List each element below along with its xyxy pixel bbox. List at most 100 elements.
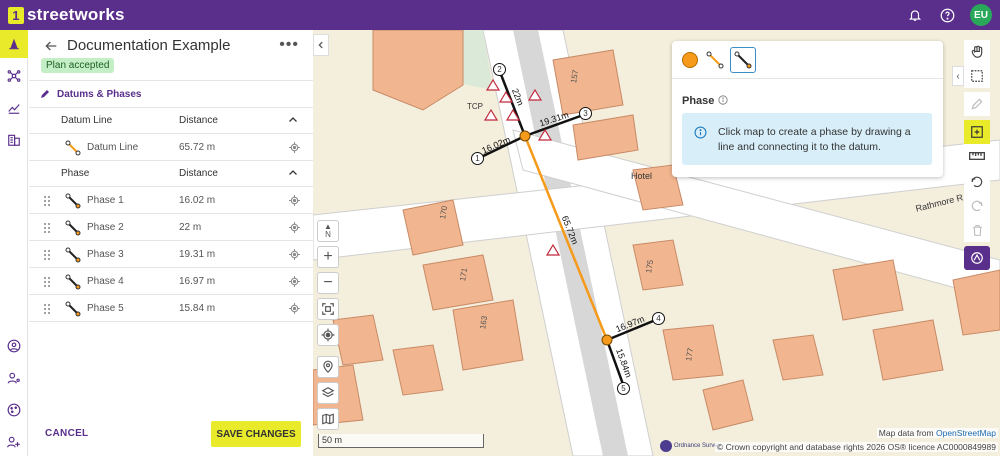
os-attribution: © Crown copyright and database rights 20…	[714, 442, 998, 452]
phase-col-distance: Distance	[179, 168, 218, 179]
phase-tool-panel: Phase Click map to create a phase by dra…	[672, 41, 943, 177]
cancel-button[interactable]: CANCEL	[45, 428, 88, 439]
datum-line-icon	[65, 140, 81, 156]
measure-button[interactable]	[964, 144, 990, 168]
more-options-icon[interactable]: •••	[279, 36, 299, 54]
add-shape-button[interactable]	[964, 120, 990, 144]
phase-row-1[interactable]: Phase 1 16.02 m	[29, 187, 313, 214]
collapse-panel-button[interactable]	[313, 34, 329, 56]
pin-button[interactable]	[317, 356, 339, 378]
os-logo: Ordnance Survey	[660, 440, 721, 452]
location-icon	[321, 328, 335, 342]
app-logo[interactable]: 1 streetworks	[8, 5, 125, 25]
snap-icon	[971, 252, 983, 264]
locate-icon[interactable]	[288, 248, 301, 261]
info-message: Click map to create a phase by drawing a…	[682, 113, 932, 165]
tcp-label: TCP	[467, 102, 483, 111]
snap-tool-button[interactable]	[964, 246, 990, 270]
hand-icon	[971, 45, 983, 58]
phase-marker-4[interactable]: 4	[652, 312, 665, 325]
locate-icon[interactable]	[288, 194, 301, 207]
undo-button[interactable]	[964, 170, 990, 194]
analytics-icon[interactable]	[0, 94, 28, 122]
user-circle-icon[interactable]	[0, 332, 28, 360]
phase-marker-3[interactable]: 3	[579, 107, 592, 120]
edit-button[interactable]	[964, 92, 990, 116]
osm-link[interactable]: OpenStreetMap	[936, 428, 996, 438]
redo-button[interactable]	[964, 194, 990, 218]
select-area-button[interactable]	[964, 64, 990, 88]
buildings-icon[interactable]	[0, 126, 28, 154]
section-header: Datums & Phases	[29, 80, 313, 108]
status-badge: Plan accepted	[41, 58, 115, 73]
phase-marker-2[interactable]: 2	[493, 63, 506, 76]
phase-row-3[interactable]: Phase 3 19.31 m	[29, 241, 313, 268]
info-icon[interactable]	[718, 94, 728, 105]
datum-table-header[interactable]: Datum Line Distance	[29, 108, 313, 134]
phase-name: Phase 1	[87, 195, 124, 206]
phase-distance: 16.02 m	[179, 195, 216, 206]
pan-hand-button[interactable]	[964, 40, 990, 64]
ruler-icon	[969, 152, 985, 160]
palette-icon[interactable]	[0, 396, 28, 424]
bell-icon[interactable]	[906, 6, 924, 24]
phase-line-icon	[65, 274, 81, 290]
drag-handle-icon[interactable]	[43, 276, 51, 288]
drag-handle-icon[interactable]	[43, 222, 51, 234]
pencil-icon	[39, 88, 51, 100]
chevron-up-icon[interactable]	[287, 167, 299, 179]
phase-table-header[interactable]: Phase Distance	[29, 161, 313, 187]
phase-distance: 19.31 m	[179, 249, 216, 260]
tool-label: Phase	[682, 95, 715, 107]
phase-line-icon	[65, 247, 81, 263]
phase-line-icon	[65, 193, 81, 209]
datum-tool-button[interactable]	[706, 51, 724, 69]
phase-row-4[interactable]: Phase 4 16.97 m	[29, 268, 313, 295]
os-logo-text: Ordnance Survey	[674, 443, 721, 449]
phase-row-5[interactable]: Phase 5 15.84 m	[29, 295, 313, 322]
phase-marker-1[interactable]: 1	[471, 152, 484, 165]
hotel-label: Hotel	[631, 171, 653, 181]
compass-label: N	[325, 230, 331, 239]
locate-icon[interactable]	[288, 141, 301, 154]
map-view-button[interactable]	[317, 408, 339, 430]
network-icon[interactable]	[0, 62, 28, 90]
save-changes-button[interactable]: SAVE CHANGES	[211, 421, 301, 447]
map-canvas[interactable]: TCP Hotel Rathmore R 65.72m 19.31m 16.97…	[313, 30, 1000, 456]
fit-bounds-button[interactable]	[317, 298, 339, 320]
drag-handle-icon[interactable]	[43, 249, 51, 261]
locate-icon[interactable]	[288, 275, 301, 288]
logo-mark: 1	[8, 6, 24, 24]
datum-col-distance: Distance	[179, 115, 218, 126]
locate-icon[interactable]	[288, 302, 301, 315]
phase-line-icon	[65, 301, 81, 317]
zoom-out-button[interactable]: −	[317, 272, 339, 294]
user-settings-icon[interactable]	[0, 364, 28, 392]
zoom-in-button[interactable]: +	[317, 246, 339, 268]
help-icon[interactable]	[938, 6, 956, 24]
compass-button[interactable]: ▲ N	[317, 220, 339, 242]
phase-marker-5[interactable]: 5	[617, 382, 630, 395]
datum-name: Datum Line	[87, 142, 139, 153]
collapse-toolbar-button[interactable]: ‹	[952, 66, 964, 86]
back-arrow-icon[interactable]	[43, 38, 59, 54]
point-tool-button[interactable]	[682, 52, 698, 68]
phase-tool-button[interactable]	[730, 47, 756, 73]
left-rail	[0, 30, 28, 456]
chevron-up-icon[interactable]	[287, 114, 299, 126]
locate-icon[interactable]	[288, 221, 301, 234]
undo-icon	[971, 176, 983, 188]
drag-handle-icon[interactable]	[43, 303, 51, 315]
avatar[interactable]: EU	[970, 4, 992, 26]
phase-row-2[interactable]: Phase 2 22 m	[29, 214, 313, 241]
datum-row[interactable]: Datum Line 65.72 m	[29, 134, 313, 161]
pencil-icon	[971, 98, 983, 110]
drag-handle-icon[interactable]	[43, 195, 51, 207]
phase-name: Phase 2	[87, 222, 124, 233]
delete-button[interactable]	[964, 218, 990, 242]
layers-button[interactable]	[317, 382, 339, 404]
phase-name: Phase 4	[87, 276, 124, 287]
cone-icon[interactable]	[0, 30, 28, 58]
admin-icon[interactable]	[0, 428, 28, 456]
my-location-button[interactable]	[317, 324, 339, 346]
